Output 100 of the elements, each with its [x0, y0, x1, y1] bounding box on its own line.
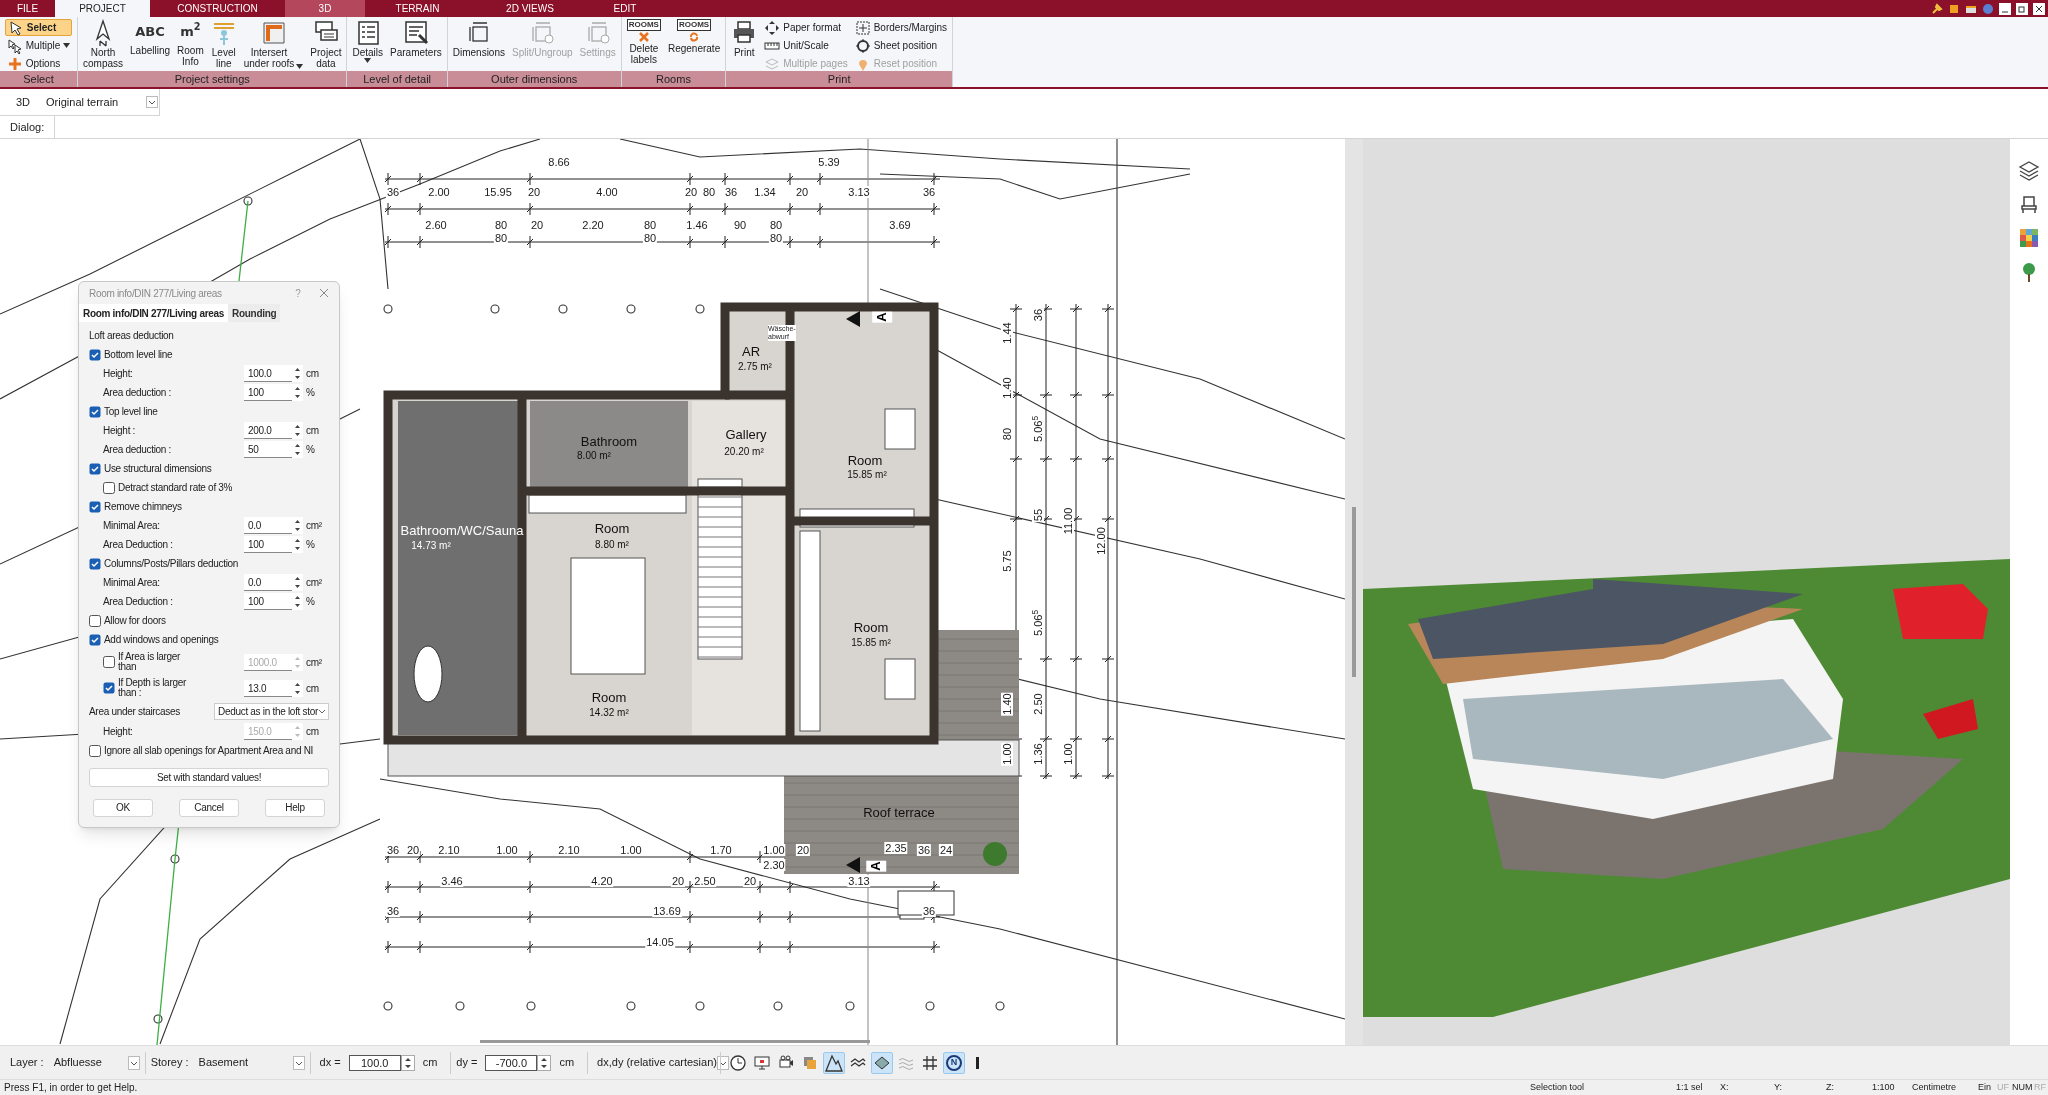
- number-field[interactable]: 100: [244, 536, 292, 553]
- checkbox[interactable]: [89, 614, 101, 627]
- unit-label: cm: [305, 725, 320, 739]
- survey-point-marker: [526, 1001, 536, 1011]
- checkbox[interactable]: [103, 481, 115, 494]
- ribbon-button[interactable]: Unit/Scale: [762, 37, 850, 54]
- ribbon-button[interactable]: ROOMS Delete labels: [624, 19, 663, 65]
- ribbon-button[interactable]: North compass: [81, 19, 125, 69]
- ribbon-button[interactable]: Print: [729, 19, 760, 58]
- section-mark: A: [872, 311, 892, 323]
- ribbon-tab[interactable]: 2D VIEWS: [470, 0, 590, 17]
- group-label: Select: [0, 71, 77, 87]
- status-field: NUM: [2012, 1081, 2033, 1095]
- ribbon-tab[interactable]: 3D: [285, 0, 365, 17]
- dropdown-field[interactable]: Basement: [194, 1053, 305, 1072]
- survey-point-marker: [243, 196, 253, 206]
- number-field[interactable]: 100: [244, 593, 292, 610]
- checkbox[interactable]: [89, 348, 101, 361]
- survey-point-marker: [695, 1001, 705, 1011]
- ribbon-button[interactable]: Project data: [308, 19, 344, 69]
- ribbon-button[interactable]: Intersert under roofs: [241, 19, 306, 69]
- dimension-label: 36: [921, 186, 937, 198]
- spinner-control: [537, 1054, 552, 1071]
- dialog-button[interactable]: Help: [265, 799, 325, 817]
- dimension-label: 1.00: [1001, 742, 1013, 766]
- cursors-icon: [6, 37, 23, 54]
- terrain-dropdown[interactable]: Original terrain: [46, 93, 159, 111]
- plus-icon: [6, 55, 23, 72]
- toolbar-button[interactable]: [823, 1051, 846, 1074]
- field-label: Height:: [103, 367, 133, 381]
- dimension-label: 36: [385, 186, 401, 198]
- dropdown-field[interactable]: Deduct as in the loft stor: [214, 703, 329, 720]
- dimension-label: 11.00: [1062, 506, 1074, 536]
- number-field[interactable]: 200.0: [244, 422, 292, 439]
- ribbon-button[interactable]: Dimensions: [450, 19, 507, 58]
- dimension-label: 2.20: [581, 219, 605, 231]
- dimension-label: 5.39: [817, 156, 841, 168]
- dimension-label: 2.00: [427, 186, 451, 198]
- toolbar-button[interactable]: N: [943, 1051, 966, 1074]
- number-field[interactable]: 100.0: [244, 365, 292, 382]
- dimension-label: 1.36: [1032, 742, 1044, 766]
- number-field[interactable]: 13.0: [244, 679, 292, 697]
- number-field[interactable]: 100.0: [348, 1054, 401, 1071]
- dropdown-field[interactable]: Abfluesse: [49, 1053, 140, 1072]
- group-label: Outer dimensions: [447, 71, 621, 87]
- dimension-label: 20: [529, 219, 545, 231]
- ribbon-button[interactable]: Multiple: [4, 37, 73, 54]
- ribbon-tab[interactable]: TERRAIN: [365, 0, 470, 17]
- ribbon-button[interactable]: Parameters: [388, 19, 444, 58]
- checkbox[interactable]: [89, 744, 101, 757]
- number-field[interactable]: 0.0: [244, 517, 292, 534]
- field-label: Minimal Area:: [103, 519, 160, 533]
- ribbon-button[interactable]: ROOMS Regenerate: [665, 19, 723, 54]
- checkbox[interactable]: [89, 462, 101, 475]
- number-field[interactable]: 100: [244, 384, 292, 401]
- dialog-button[interactable]: Cancel: [179, 799, 239, 817]
- number-field[interactable]: -700.0: [485, 1054, 538, 1071]
- ribbon-button[interactable]: Details: [350, 19, 386, 63]
- monitor-icon: [753, 1053, 772, 1072]
- ribbon-button[interactable]: Borders/Margins: [852, 19, 950, 36]
- dimension-label: 80: [701, 186, 717, 198]
- survey-point-marker: [845, 1001, 855, 1011]
- ribbon-button[interactable]: Sheet position: [852, 37, 950, 54]
- dimension-label: 3.13: [847, 186, 871, 198]
- standard-values-button[interactable]: Set with standard values!: [89, 768, 329, 787]
- toolbar-button[interactable]: [871, 1051, 894, 1074]
- checkbox[interactable]: [89, 500, 101, 513]
- dimension-label: 1.70: [709, 844, 733, 856]
- ribbon-tab[interactable]: PROJECT: [55, 0, 150, 17]
- color-palette-icon: [2018, 227, 2040, 249]
- spinner-control: [292, 574, 303, 591]
- ribbon-button[interactable]: Level line: [208, 19, 239, 69]
- ribbon-button[interactable]: Select: [4, 19, 73, 36]
- ribbon-tab[interactable]: CONSTRUCTION: [150, 0, 285, 17]
- dimension-label: 90: [732, 219, 748, 231]
- ribbon-button[interactable]: Paper format: [762, 19, 850, 36]
- dropdown-field[interactable]: dx,dy (relative cartesian): [593, 1053, 716, 1072]
- spinner-control: [292, 517, 303, 534]
- ribbon-button[interactable]: Options: [4, 55, 73, 72]
- dialog-tab[interactable]: Room info/DIN 277/Living areas: [79, 304, 229, 322]
- unit-label: cm²: [305, 519, 323, 533]
- dialog-tab[interactable]: Rounding: [228, 304, 281, 322]
- ribbon-tab[interactable]: FILE: [0, 0, 55, 17]
- ribbon-tab[interactable]: EDIT: [590, 0, 660, 17]
- survey-point-marker: [773, 1001, 783, 1011]
- dimension-label: 2.50: [693, 875, 717, 887]
- checkbox[interactable]: [89, 405, 101, 418]
- checkbox[interactable]: [103, 682, 115, 694]
- unit-label: cm: [421, 1055, 439, 1071]
- spinner-control: [292, 365, 303, 382]
- ribbon-button[interactable]: m$^{2}$ Room Info: [175, 19, 206, 67]
- dimension-label: 2.10: [557, 844, 581, 856]
- number-field[interactable]: 0.0: [244, 574, 292, 591]
- checkbox[interactable]: [89, 633, 101, 646]
- checkbox[interactable]: [89, 557, 101, 570]
- dialog-button[interactable]: OK: [93, 799, 153, 817]
- room-area: 20.20 m²: [724, 443, 764, 459]
- ribbon-button[interactable]: ABC Labelling: [128, 19, 173, 56]
- dimension-label: 20: [795, 844, 811, 856]
- number-field[interactable]: 50: [244, 441, 292, 458]
